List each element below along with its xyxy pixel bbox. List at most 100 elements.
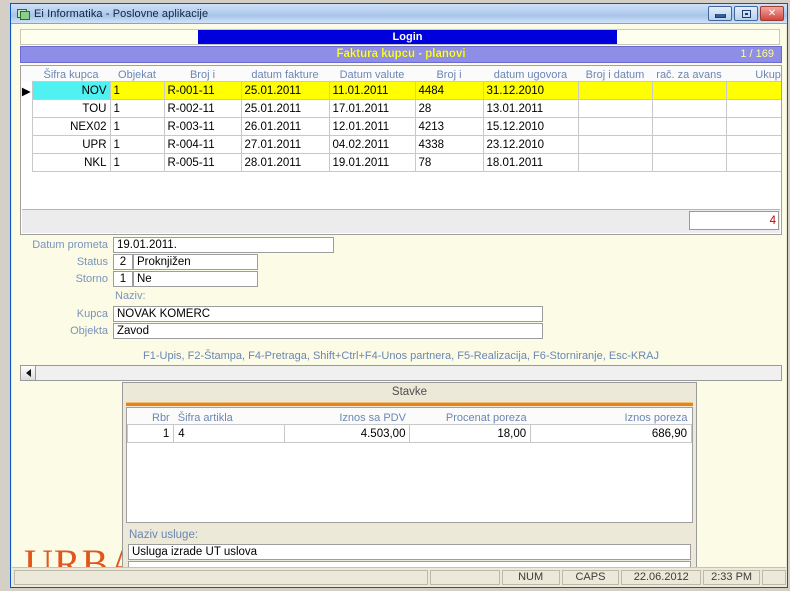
cell-ukupna[interactable]: 609	[726, 136, 782, 154]
status-code-input[interactable]: 2	[113, 254, 133, 270]
cell-sifra-kupca[interactable]: NOV	[32, 82, 110, 100]
col-broj[interactable]: Broj i	[164, 66, 241, 82]
cell-datum-valute[interactable]: 11.01.2011	[329, 82, 415, 100]
invoice-grid-body: ▶ NOV 1 R-001-11 25.01.2011 11.01.2011 4…	[21, 82, 782, 172]
objekta-input[interactable]: Zavod	[113, 323, 543, 339]
cell-datum-fakture[interactable]: 27.01.2011	[241, 136, 329, 154]
cell-iznos-sa-pdv[interactable]: 4.503,00	[284, 425, 410, 443]
cell-broj-ugovora[interactable]: 4484	[415, 82, 483, 100]
scroll-left-button[interactable]	[21, 366, 36, 380]
col-datum-valute[interactable]: Datum valute	[329, 66, 415, 82]
status-label: Status	[20, 254, 108, 270]
cell-sifra-kupca[interactable]: NKL	[32, 154, 110, 172]
cell-broj-ugovora[interactable]: 28	[415, 100, 483, 118]
datum-prometa-input[interactable]: 19.01.2011.	[113, 237, 334, 253]
cell-datum-ugovora[interactable]: 31.12.2010	[483, 82, 578, 100]
storno-label: Storno	[20, 271, 108, 287]
col-procenat-poreza[interactable]: Procenat poreza	[410, 408, 531, 425]
col-broj-ugovora[interactable]: Broj i	[415, 66, 483, 82]
cell-ukupna[interactable]: 4	[726, 154, 782, 172]
col-broj-datum-avans[interactable]: Broj i datum	[578, 66, 652, 82]
restore-button[interactable]	[734, 6, 758, 21]
cell-objekat[interactable]: 1	[110, 136, 164, 154]
cell-datum-valute[interactable]: 04.02.2011	[329, 136, 415, 154]
window-titlebar[interactable]: Ei Informatika - Poslovne aplikacije ✕	[11, 4, 787, 24]
cell-broj-avans[interactable]	[578, 82, 652, 100]
col-iznos-poreza[interactable]: Iznos poreza	[531, 408, 692, 425]
cell-broj[interactable]: R-003-11	[164, 118, 241, 136]
col-ukupna-vrednost[interactable]: Ukupna v	[726, 66, 782, 82]
table-row[interactable]: TOU 1 R-002-11 25.01.2011 17.01.2011 28 …	[21, 100, 782, 118]
naziv-usluge-label: Naziv usluge:	[129, 529, 198, 541]
cell-broj[interactable]: R-004-11	[164, 136, 241, 154]
col-objekat[interactable]: Objekat	[110, 66, 164, 82]
cell-ukupna[interactable]: 4	[726, 118, 782, 136]
naziv-usluge-input[interactable]: Usluga izrade UT uslova	[128, 544, 691, 560]
cell-datum-avans[interactable]	[652, 136, 726, 154]
cell-ukupna[interactable]: 4	[726, 100, 782, 118]
cell-broj-ugovora[interactable]: 78	[415, 154, 483, 172]
cell-broj[interactable]: R-001-11	[164, 82, 241, 100]
cell-datum-valute[interactable]: 12.01.2011	[329, 118, 415, 136]
cell-datum-avans[interactable]	[652, 118, 726, 136]
cell-datum-avans[interactable]	[652, 100, 726, 118]
col-sifra-artikla[interactable]: Šifra artikla	[174, 408, 285, 425]
cell-broj-ugovora[interactable]: 4338	[415, 136, 483, 154]
close-button[interactable]: ✕	[760, 6, 784, 21]
invoice-grid[interactable]: Šifra kupca Objekat Broj i datum fakture…	[20, 65, 782, 235]
table-row[interactable]: UPR 1 R-004-11 27.01.2011 04.02.2011 433…	[21, 136, 782, 154]
cell-objekat[interactable]: 1	[110, 82, 164, 100]
cell-broj-avans[interactable]	[578, 100, 652, 118]
cell-ukupna[interactable]: 4	[726, 82, 782, 100]
cell-objekat[interactable]: 1	[110, 100, 164, 118]
status-value-input[interactable]: Proknjižen	[133, 254, 258, 270]
storno-value-input[interactable]: Ne	[133, 271, 258, 287]
cell-datum-fakture[interactable]: 28.01.2011	[241, 154, 329, 172]
cell-datum-valute[interactable]: 19.01.2011	[329, 154, 415, 172]
col-sifra-kupca[interactable]: Šifra kupca	[32, 66, 110, 82]
cell-datum-ugovora[interactable]: 15.12.2010	[483, 118, 578, 136]
col-datum-fakture[interactable]: datum fakture	[241, 66, 329, 82]
cell-broj-ugovora[interactable]: 4213	[415, 118, 483, 136]
table-row[interactable]: NKL 1 R-005-11 28.01.2011 19.01.2011 78 …	[21, 154, 782, 172]
table-row[interactable]: NEX02 1 R-003-11 26.01.2011 12.01.2011 4…	[21, 118, 782, 136]
col-datum-ugovora[interactable]: datum ugovora	[483, 66, 578, 82]
cell-broj-avans[interactable]	[578, 118, 652, 136]
cell-datum-fakture[interactable]: 25.01.2011	[241, 82, 329, 100]
invoice-grid-table: Šifra kupca Objekat Broj i datum fakture…	[21, 66, 782, 172]
cell-datum-ugovora[interactable]: 18.01.2011	[483, 154, 578, 172]
cell-broj[interactable]: R-002-11	[164, 100, 241, 118]
col-iznos-sa-pdv[interactable]: Iznos sa PDV	[284, 408, 410, 425]
col-rac-za-avans[interactable]: rač. za avans	[652, 66, 726, 82]
table-row[interactable]: 1 4 4.503,00 18,00 686,90	[128, 425, 692, 443]
cell-iznos-poreza[interactable]: 686,90	[531, 425, 692, 443]
function-key-hints: F1-Upis, F2-Štampa, F4-Pretraga, Shift+C…	[20, 350, 782, 366]
cell-broj[interactable]: R-005-11	[164, 154, 241, 172]
cell-sifra-kupca[interactable]: TOU	[32, 100, 110, 118]
status-cell-message	[14, 570, 428, 585]
minimize-button[interactable]	[708, 6, 732, 21]
cell-datum-ugovora[interactable]: 13.01.2011	[483, 100, 578, 118]
cell-rbr[interactable]: 1	[128, 425, 174, 443]
cell-datum-avans[interactable]	[652, 82, 726, 100]
cell-sifra-kupca[interactable]: NEX02	[32, 118, 110, 136]
cell-objekat[interactable]: 1	[110, 118, 164, 136]
cell-objekat[interactable]: 1	[110, 154, 164, 172]
stavke-grid[interactable]: Rbr Šifra artikla Iznos sa PDV Procenat …	[126, 407, 693, 523]
cell-datum-fakture[interactable]: 25.01.2011	[241, 100, 329, 118]
cell-sifra-artikla[interactable]: 4	[174, 425, 285, 443]
cell-procenat-poreza[interactable]: 18,00	[410, 425, 531, 443]
col-rbr[interactable]: Rbr	[128, 408, 174, 425]
kupca-input[interactable]: NOVAK KOMERC	[113, 306, 543, 322]
cell-datum-fakture[interactable]: 26.01.2011	[241, 118, 329, 136]
horizontal-scrollbar[interactable]	[20, 365, 782, 381]
cell-broj-avans[interactable]	[578, 136, 652, 154]
cell-datum-valute[interactable]: 17.01.2011	[329, 100, 415, 118]
cell-sifra-kupca[interactable]: UPR	[32, 136, 110, 154]
restore-icon	[742, 10, 751, 18]
cell-datum-ugovora[interactable]: 23.12.2010	[483, 136, 578, 154]
cell-datum-avans[interactable]	[652, 154, 726, 172]
storno-code-input[interactable]: 1	[113, 271, 133, 287]
table-row[interactable]: ▶ NOV 1 R-001-11 25.01.2011 11.01.2011 4…	[21, 82, 782, 100]
cell-broj-avans[interactable]	[578, 154, 652, 172]
